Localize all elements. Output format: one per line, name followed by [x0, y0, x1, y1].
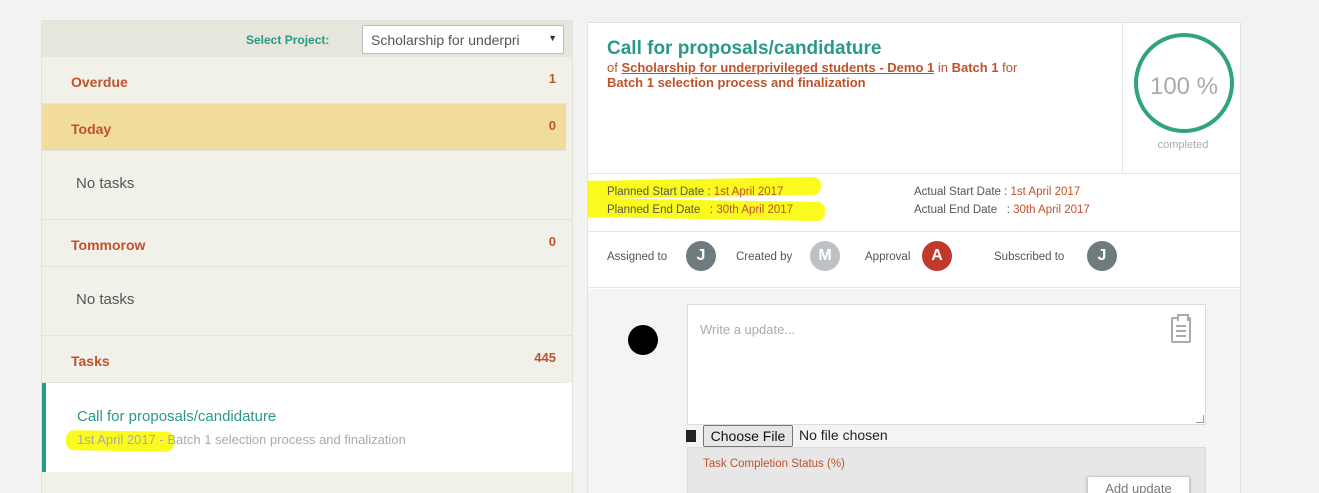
select-project-label: Select Project: [246, 33, 330, 47]
planned-start-label: Planned Start Date : [607, 186, 714, 198]
resize-handle[interactable] [1196, 415, 1204, 423]
task-item-subtitle: 1st April 2017 - Batch 1 selection proce… [77, 432, 406, 447]
assignee-avatar[interactable]: J [686, 241, 716, 271]
project-link[interactable]: Scholarship for underprivileged students… [621, 60, 934, 75]
context-in: in [934, 60, 952, 75]
planned-end-value: 30th April 2017 [716, 204, 794, 216]
task-list-item[interactable]: Call for proposals/candidature 1st April… [42, 383, 572, 472]
creator-avatar[interactable]: M [810, 241, 840, 271]
actual-start-label: Actual Start Date : [914, 186, 1011, 198]
approval-label: Approval [865, 251, 911, 263]
task-item-date: 1st April 2017 [77, 432, 156, 447]
actual-start-value: 1st April 2017 [1010, 186, 1081, 198]
actual-end-date: Actual End Date : 30th April 2017 [914, 204, 1090, 216]
task-detail-title: Call for proposals/candidature [607, 38, 882, 59]
section-tasks-count: 445 [534, 350, 556, 365]
section-today[interactable]: Today 0 [42, 104, 566, 151]
task-detail-header: Call for proposals/candidature of Schola… [588, 23, 1240, 174]
progress-ring: 100 % [1134, 33, 1234, 133]
tomorrow-empty-text: No tasks [76, 291, 135, 308]
update-placeholder: Write a update... [700, 322, 796, 337]
task-item-stage: - Batch 1 selection process and finaliza… [155, 432, 406, 447]
created-by-label: Created by [736, 251, 793, 263]
section-today-label: Today [71, 121, 112, 137]
batch-name: Batch 1 [951, 60, 999, 75]
subscribed-label: Subscribed to [994, 251, 1065, 263]
section-tasks[interactable]: Tasks 445 [42, 336, 566, 383]
planned-start-date: Planned Start Date : 1st April 2017 [607, 186, 783, 198]
stage-name: Batch 1 selection process and finalizati… [607, 75, 866, 90]
file-status-text: No file chosen [799, 427, 888, 443]
project-select[interactable]: Scholarship for underpri ▼ [362, 25, 564, 54]
dates-section: Planned Start Date : 1st April 2017 Plan… [588, 175, 1240, 232]
project-selector-bar: Select Project: Scholarship for underpri… [42, 21, 572, 57]
caret-down-icon: ▼ [548, 33, 557, 43]
user-avatar [628, 325, 658, 355]
file-icon [686, 430, 696, 442]
task-list-panel: Select Project: Scholarship for underpri… [41, 20, 573, 493]
context-for: for [998, 60, 1018, 75]
section-today-count: 0 [548, 118, 556, 133]
actual-start-date: Actual Start Date : 1st April 2017 [914, 186, 1080, 198]
actual-end-value: 30th April 2017 [1013, 204, 1090, 216]
progress-value: 100 % [1149, 73, 1219, 100]
choose-file-button[interactable]: Choose File [703, 425, 793, 447]
today-empty-text: No tasks [76, 175, 135, 192]
add-update-button[interactable]: Add update [1087, 476, 1190, 493]
section-tomorrow[interactable]: Tommorow 0 [42, 220, 566, 267]
today-empty-state: No tasks [42, 151, 572, 220]
approver-avatar[interactable]: A [922, 241, 952, 271]
section-tasks-label: Tasks [71, 353, 110, 369]
tomorrow-empty-state: No tasks [42, 267, 572, 336]
section-overdue-label: Overdue [71, 74, 128, 90]
planned-end-label: Planned End Date : [607, 204, 717, 216]
progress-label: completed [1157, 139, 1209, 151]
task-detail-panel: Call for proposals/candidature of Schola… [587, 22, 1241, 493]
planned-end-date: Planned End Date : 30th April 2017 [607, 204, 793, 216]
assigned-label: Assigned to [607, 251, 668, 263]
task-item-title: Call for proposals/candidature [77, 408, 277, 425]
clipboard-icon[interactable] [1171, 314, 1191, 343]
completion-status-label: Task Completion Status (%) [703, 458, 845, 470]
progress-area: 100 % completed [1122, 23, 1240, 174]
section-tomorrow-label: Tommorow [71, 237, 146, 253]
task-detail-context: of Scholarship for underprivileged stude… [607, 60, 1087, 90]
section-overdue[interactable]: Overdue 1 [42, 57, 566, 104]
section-tomorrow-count: 0 [548, 234, 556, 249]
actual-end-label: Actual End Date : [914, 204, 1014, 216]
section-overdue-count: 1 [548, 71, 556, 86]
planned-start-value: 1st April 2017 [713, 186, 784, 198]
update-textarea[interactable]: Write a update... [687, 304, 1206, 425]
subscriber-avatar[interactable]: J [1087, 241, 1117, 271]
context-of: of [607, 60, 622, 75]
project-select-value: Scholarship for underpri [371, 32, 520, 48]
update-section: Write a update... Choose File No file ch… [588, 289, 1240, 493]
completion-status-box: Task Completion Status (%) Add update [687, 447, 1206, 493]
people-section: Assigned to J Created by M Approval A Su… [588, 233, 1240, 288]
